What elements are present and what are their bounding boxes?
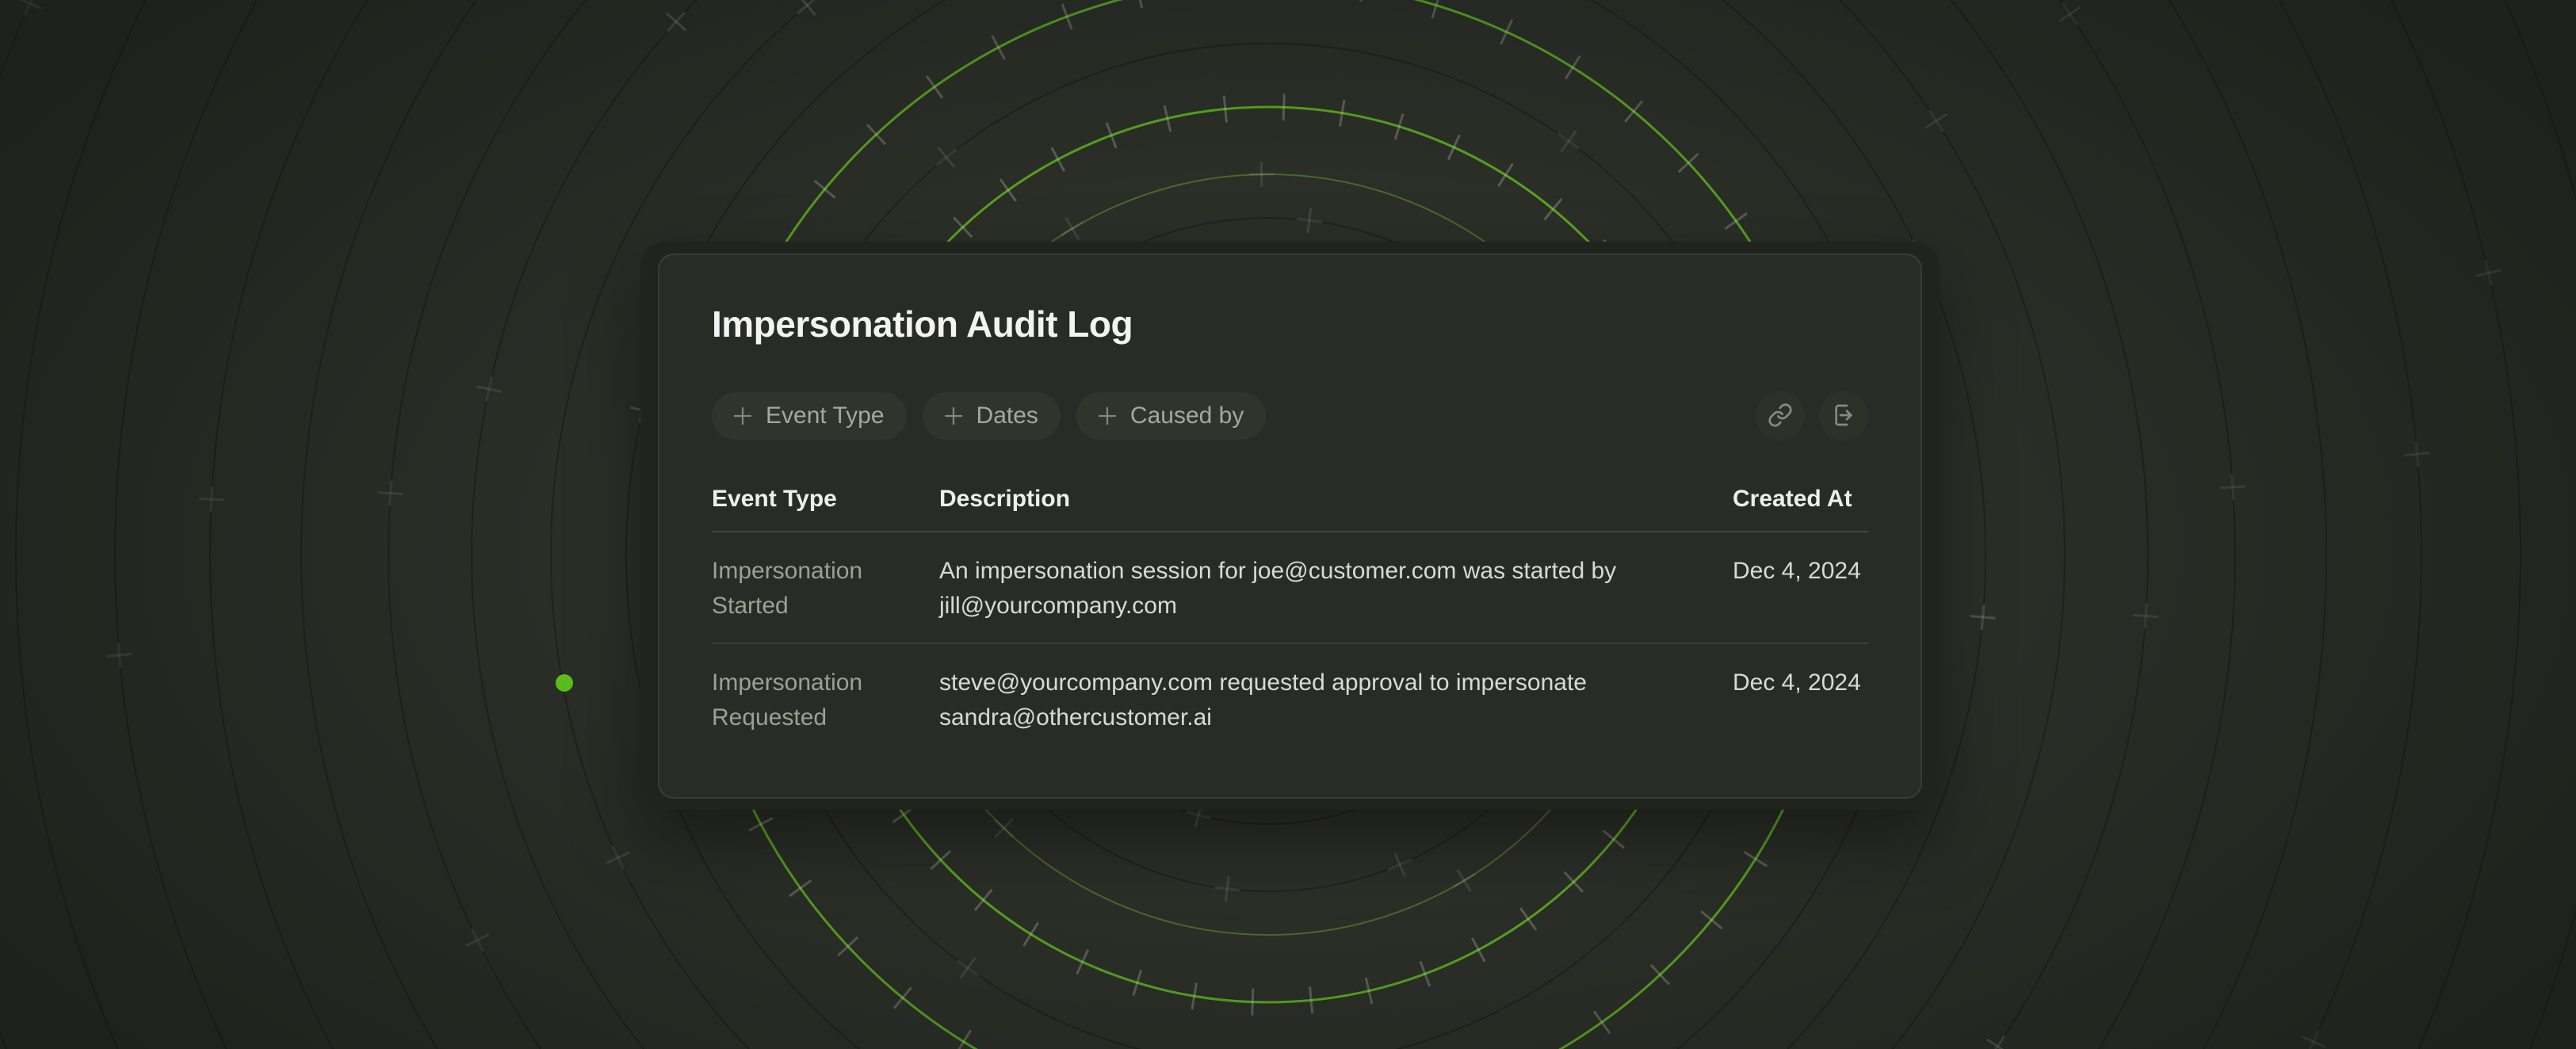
filter-label: Caused by: [1130, 402, 1244, 429]
plus-icon: [942, 404, 965, 428]
audit-log-card-frame: Impersonation Audit Log Event Type Dates: [640, 242, 1940, 810]
event-type-cell: Impersonation Requested: [712, 666, 939, 735]
description-cell: steve@yourcompany.com requested approval…: [939, 666, 1733, 735]
created-at-cell: Dec 4, 2024: [1733, 554, 1868, 624]
description-cell: An impersonation session for joe@custome…: [939, 554, 1733, 624]
table-row: Impersonation Started An impersonation s…: [712, 532, 1868, 644]
audit-log-table: Event Type Description Created At Impers…: [712, 485, 1868, 754]
event-type-cell: Impersonation Started: [712, 554, 939, 624]
table-row: Impersonation Requested steve@yourcompan…: [712, 644, 1868, 754]
filter-caused-by-button[interactable]: Caused by: [1076, 392, 1266, 440]
action-buttons: [1756, 391, 1868, 441]
column-header-description: Description: [939, 485, 1733, 513]
created-at-cell: Dec 4, 2024: [1733, 666, 1868, 735]
table-header-row: Event Type Description Created At: [712, 485, 1868, 532]
page-title: Impersonation Audit Log: [712, 303, 1868, 345]
audit-log-card: Impersonation Audit Log Event Type Dates: [658, 254, 1922, 799]
export-icon: [1831, 402, 1856, 430]
plus-icon: [731, 404, 755, 428]
filter-event-type-button[interactable]: Event Type: [712, 392, 907, 440]
filter-label: Event Type: [766, 402, 885, 429]
copy-link-button[interactable]: [1756, 391, 1805, 441]
link-icon: [1768, 402, 1793, 430]
column-header-created-at: Created At: [1733, 485, 1868, 513]
filter-label: Dates: [977, 402, 1038, 429]
plus-icon: [1095, 404, 1119, 428]
column-header-event-type: Event Type: [712, 485, 939, 513]
filter-dates-button[interactable]: Dates: [923, 392, 1061, 440]
page-background: Impersonation Audit Log Event Type Dates: [0, 0, 2576, 1049]
export-button[interactable]: [1819, 391, 1868, 441]
filter-bar: Event Type Dates Caused by: [712, 391, 1868, 441]
